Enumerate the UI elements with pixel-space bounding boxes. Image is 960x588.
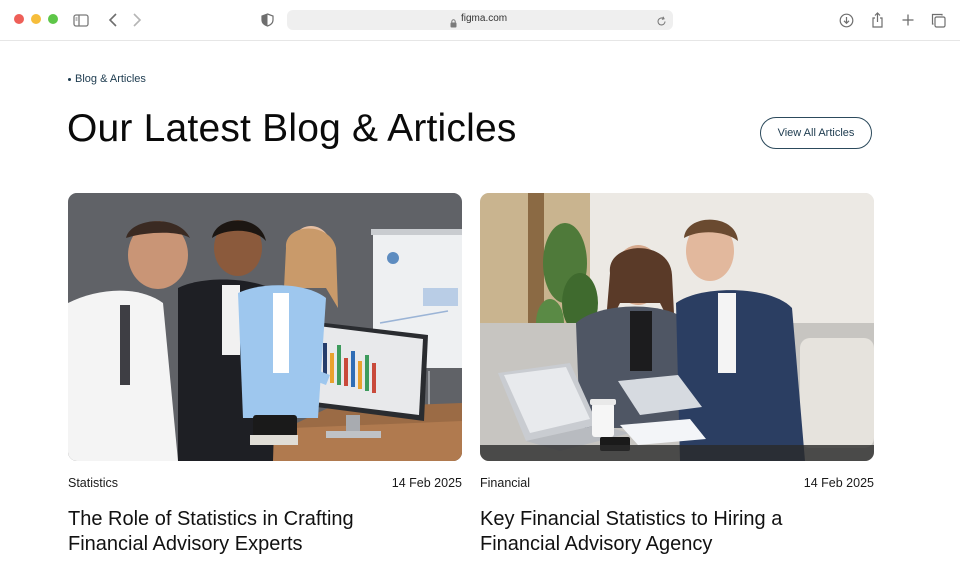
zoom-window-button[interactable] [48,14,58,24]
minimize-window-button[interactable] [31,14,41,24]
reload-icon[interactable] [656,14,667,32]
blog-card[interactable]: Financial 14 Feb 2025 Key Financial Stat… [480,193,874,555]
sidebar-toggle-icon[interactable] [72,11,90,29]
window-controls [14,14,58,24]
post-title-line: The Role of Statistics in Crafting [68,508,354,530]
back-arrow-icon[interactable] [104,11,122,29]
section-eyebrow: Blog & Articles [68,73,146,85]
post-title[interactable]: Key Financial Statistics to Hiring a Fin… [480,507,874,557]
blog-card[interactable]: Statistics 14 Feb 2025 The Role of Stati… [68,193,462,555]
address-url: figma.com [461,13,508,24]
post-title-line: Financial Advisory Agency [480,533,713,555]
new-tab-plus-icon[interactable] [899,11,917,29]
post-title-line: Financial Advisory Experts [68,533,303,555]
tab-overview-icon[interactable] [929,11,947,29]
address-bar[interactable]: figma.com [287,10,673,30]
eyebrow-label: Blog & Articles [75,73,146,85]
download-icon[interactable] [837,11,855,29]
share-icon[interactable] [868,11,886,29]
bullet-dot-icon [68,77,71,81]
post-date: 14 Feb 2025 [803,476,874,490]
article-image-financial[interactable] [480,193,874,461]
close-window-button[interactable] [14,14,24,24]
post-category[interactable]: Financial [480,476,530,490]
browser-toolbar: figma.com [0,0,960,41]
forward-arrow-icon[interactable] [128,11,146,29]
view-all-articles-button[interactable]: View All Articles [760,117,872,149]
post-title-line: Key Financial Statistics to Hiring a [480,508,783,530]
post-title[interactable]: The Role of Statistics in Crafting Finan… [68,507,462,557]
lock-icon [450,15,457,33]
post-date: 14 Feb 2025 [391,476,462,490]
post-category[interactable]: Statistics [68,476,118,490]
section-heading: Our Latest Blog & Articles [67,107,517,150]
shield-icon[interactable] [258,11,276,29]
article-image-statistics[interactable] [68,193,462,461]
